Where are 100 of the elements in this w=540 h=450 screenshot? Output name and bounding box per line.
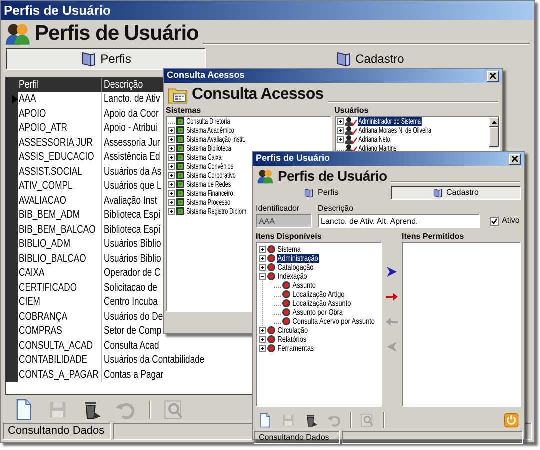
monitor-icon — [176, 126, 185, 135]
collapse-icon[interactable] — [259, 273, 266, 280]
tree-item[interactable]: Ferramentas — [277, 344, 315, 353]
expand-icon[interactable] — [259, 327, 266, 334]
node-icon — [267, 272, 276, 281]
field-label: Identificador — [256, 204, 300, 214]
tree-item[interactable]: Indexação — [277, 272, 308, 281]
expand-icon[interactable] — [168, 127, 175, 134]
tree-item[interactable]: Adriana Moraes N. de Oliveira — [358, 126, 432, 135]
tree-item[interactable]: Adriano Martins — [358, 144, 397, 153]
tree-item[interactable]: Sistema de Redes — [186, 180, 232, 189]
expand-icon[interactable] — [336, 118, 344, 125]
tree-item[interactable]: Localização Assunto — [292, 299, 352, 308]
tree-item[interactable]: Sistema Financeiro — [186, 189, 234, 198]
checkmark-icon — [491, 218, 498, 224]
scrollbar[interactable] — [489, 117, 499, 149]
node-icon — [267, 335, 276, 344]
expand-icon[interactable] — [168, 190, 175, 197]
book-icon — [304, 188, 314, 198]
node-icon — [267, 254, 276, 263]
tree-item[interactable]: Localização Artigo — [292, 290, 346, 299]
tree-item[interactable]: Adriana Neto — [358, 135, 391, 144]
tree-item[interactable]: Circulação — [277, 326, 309, 335]
table-cell: COMPRAS — [19, 324, 62, 338]
expand-icon[interactable] — [168, 181, 175, 188]
monitor-icon — [176, 189, 185, 198]
table-cell: Biblioteca Espí — [104, 222, 161, 237]
tree-item[interactable]: Sistema Registro Diplom — [186, 207, 248, 216]
tree-item[interactable]: Sistema Biblioteca — [186, 144, 232, 153]
tree-item[interactable]: Relatórios — [277, 335, 308, 344]
monitor-icon — [176, 144, 185, 153]
tree-item[interactable]: Sistema Convênios — [186, 162, 234, 171]
expand-icon[interactable] — [168, 154, 175, 161]
tree-item[interactable]: Sistema Corporativo — [186, 171, 237, 180]
user-check-icon — [344, 135, 356, 144]
table-cell: CIEM — [19, 295, 40, 310]
section-label: Usuários — [334, 106, 369, 116]
expand-icon[interactable] — [168, 208, 175, 215]
section-label: Itens Permitidos — [402, 232, 464, 242]
tree-item[interactable]: Consulta Acervo por Assunto — [292, 317, 376, 326]
window-title: Perfis de Usuário — [256, 152, 330, 166]
expand-icon[interactable] — [259, 264, 266, 271]
tree-item[interactable]: Administração — [277, 254, 320, 263]
expand-icon[interactable] — [168, 199, 175, 206]
tree-item[interactable]: Administrador do Sistema — [358, 117, 422, 126]
monitor-icon — [176, 153, 185, 162]
table-cell: BIB_BEM_BALCAO — [19, 222, 96, 237]
input-field[interactable]: Lancto. de Ativ. Alt. Aprend. — [318, 214, 480, 228]
table-cell: AVALIACAO — [19, 194, 66, 208]
tab[interactable]: Perfis — [6, 48, 206, 70]
section-label: Itens Disponíveis — [256, 232, 322, 242]
node-icon — [267, 326, 276, 335]
expand-icon[interactable] — [168, 136, 175, 143]
scroll-up-button[interactable] — [489, 117, 499, 127]
tree-item[interactable]: Assunto — [292, 281, 317, 290]
expand-icon[interactable] — [259, 336, 266, 343]
tab[interactable]: Cadastro — [390, 186, 521, 200]
expand-icon[interactable] — [168, 163, 175, 170]
expand-icon[interactable] — [336, 127, 344, 134]
expand-icon[interactable] — [259, 246, 266, 253]
node-icon — [282, 290, 291, 299]
monitor-icon — [176, 180, 185, 189]
table-cell: Assessoria Jur — [104, 136, 160, 150]
expand-icon[interactable] — [168, 145, 175, 152]
arrow-icon[interactable] — [386, 291, 398, 303]
checkbox-label: Ativo — [502, 215, 520, 227]
table-cell: Setor de Comp — [104, 324, 162, 338]
tree-item[interactable]: Sistema Processo — [186, 198, 232, 207]
table-cell: Usuários do De — [104, 310, 164, 324]
checkbox[interactable] — [490, 216, 499, 226]
table-cell: CONTAS_A_PAGAR — [19, 368, 99, 382]
trash-icon[interactable] — [304, 412, 319, 428]
status-panel: Consultando Dados — [254, 431, 340, 444]
power-icon[interactable] — [504, 412, 519, 428]
tree-item[interactable]: Sistema Caixa — [186, 153, 222, 162]
arrowhead-icon[interactable] — [386, 266, 398, 278]
table-cell: BIB_BEM_ADM — [19, 208, 80, 222]
expand-icon[interactable] — [259, 345, 266, 352]
table-cell: AAA — [19, 92, 36, 106]
monitor-icon — [176, 135, 185, 144]
window-heading: Perfis de Usuário — [35, 21, 199, 48]
close-button[interactable] — [509, 154, 521, 164]
user-check-icon — [344, 126, 356, 135]
tree-item[interactable]: Sistema Acadêmico — [186, 126, 236, 135]
table-cell: Usuários que L — [104, 179, 162, 194]
expand-icon[interactable] — [168, 172, 175, 179]
table-cell: Biblioteca Espí — [104, 208, 161, 222]
scroll-thumb[interactable] — [489, 127, 499, 147]
tree-item[interactable]: Assunto por Obra — [292, 308, 344, 317]
users-icon — [257, 168, 274, 184]
tree-item[interactable]: Consulta Diretoria — [186, 117, 231, 126]
expand-icon[interactable] — [336, 136, 344, 143]
document-icon[interactable] — [258, 412, 273, 428]
table-cell: Solicitacao de — [104, 280, 158, 295]
tree-item[interactable]: Catalogação — [277, 263, 315, 272]
tree-item[interactable]: Sistema Avaliação Instit. — [186, 135, 246, 144]
tree-item[interactable]: Sistema — [277, 245, 302, 254]
expand-icon[interactable] — [259, 255, 266, 262]
close-button[interactable] — [487, 70, 499, 82]
book-icon — [432, 188, 443, 198]
